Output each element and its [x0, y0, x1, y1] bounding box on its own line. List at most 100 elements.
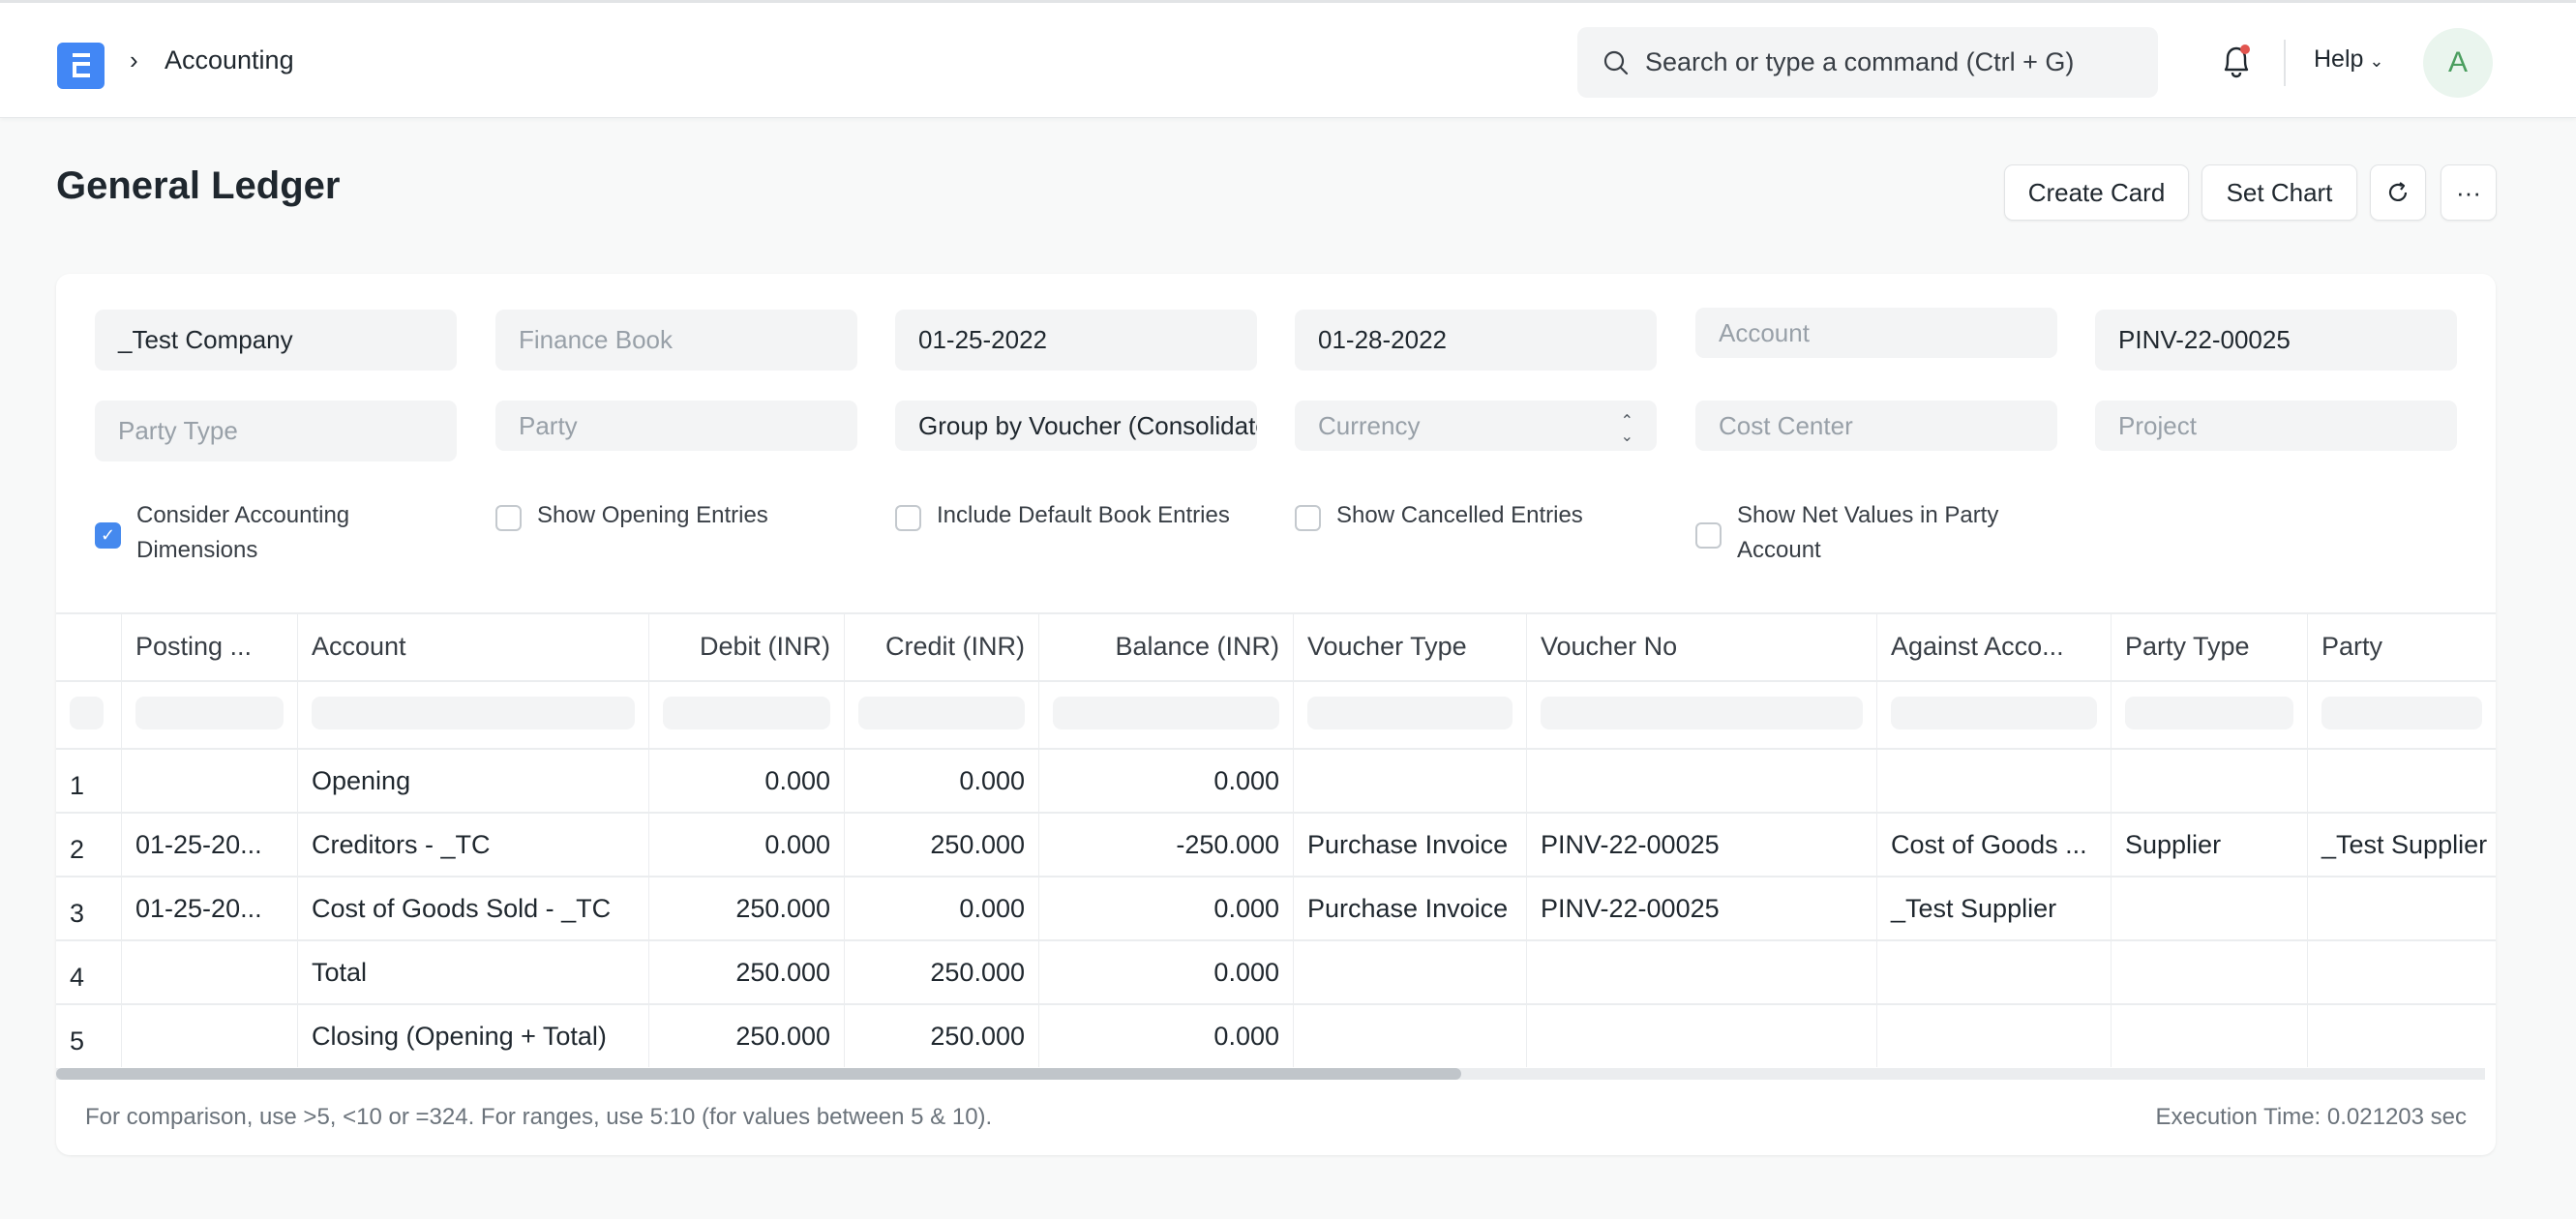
column-filter-input[interactable]	[1526, 682, 1876, 748]
from-date-field[interactable]: 01-25-2022	[895, 310, 1257, 371]
company-field[interactable]: _Test Company	[95, 310, 457, 371]
filter-pill[interactable]	[1541, 697, 1863, 729]
table-cell-posting[interactable]	[121, 750, 297, 812]
table-cell-balance[interactable]: -250.000	[1038, 814, 1293, 876]
filter-pill[interactable]	[312, 697, 635, 729]
refresh-button[interactable]	[2370, 164, 2426, 221]
table-cell-voucher-no[interactable]: PINV-22-00025	[1526, 814, 1876, 876]
column-header[interactable]: Party Type	[2111, 614, 2307, 680]
table-cell-party-type[interactable]	[2111, 750, 2307, 812]
filter-pill[interactable]	[858, 697, 1025, 729]
table-cell-party[interactable]	[2307, 941, 2496, 1003]
filter-pill[interactable]	[1307, 697, 1513, 729]
column-header[interactable]: Against Acco...	[1876, 614, 2111, 680]
table-cell-against[interactable]	[1876, 941, 2111, 1003]
more-options-button[interactable]: ···	[2441, 164, 2497, 221]
filter-pill[interactable]	[1891, 697, 2097, 729]
table-cell-against[interactable]: Cost of Goods ...	[1876, 814, 2111, 876]
column-filter-input[interactable]	[1876, 682, 2111, 748]
column-filter-input[interactable]	[297, 682, 648, 748]
table-cell-party-type[interactable]: Supplier	[2111, 814, 2307, 876]
column-header[interactable]: Party	[2307, 614, 2496, 680]
table-cell-account[interactable]: Total	[297, 941, 648, 1003]
set-chart-button[interactable]: Set Chart	[2202, 164, 2357, 221]
column-filter-input[interactable]	[121, 682, 297, 748]
horizontal-scrollbar-thumb[interactable]	[56, 1068, 1461, 1080]
table-cell-credit[interactable]: 0.000	[844, 877, 1038, 939]
table-cell-voucher-type[interactable]: Purchase Invoice	[1293, 877, 1526, 939]
column-header[interactable]: Voucher Type	[1293, 614, 1526, 680]
column-header[interactable]: Credit (INR)	[844, 614, 1038, 680]
table-cell-posting[interactable]	[121, 1005, 297, 1067]
to-date-field[interactable]: 01-28-2022	[1295, 310, 1657, 371]
table-cell-voucher-no[interactable]: PINV-22-00025	[1526, 877, 1876, 939]
table-cell-voucher-no[interactable]	[1526, 750, 1876, 812]
project-field[interactable]: Project	[2095, 401, 2457, 451]
table-cell-account[interactable]: Closing (Opening + Total)	[297, 1005, 648, 1067]
table-cell-account[interactable]: Opening	[297, 750, 648, 812]
column-header[interactable]: Account	[297, 614, 648, 680]
search-input[interactable]	[1645, 27, 2139, 98]
table-cell-credit[interactable]: 250.000	[844, 1005, 1038, 1067]
table-cell-party[interactable]	[2307, 877, 2496, 939]
table-cell-account[interactable]: Cost of Goods Sold - _TC	[297, 877, 648, 939]
create-card-button[interactable]: Create Card	[2004, 164, 2189, 221]
filter-pill[interactable]	[663, 697, 830, 729]
table-cell-balance[interactable]: 0.000	[1038, 941, 1293, 1003]
breadcrumb-accounting[interactable]: Accounting	[165, 45, 294, 75]
table-cell-debit[interactable]: 0.000	[648, 814, 844, 876]
table-cell-voucher-type[interactable]	[1293, 750, 1526, 812]
avatar[interactable]: A	[2423, 28, 2493, 98]
table-cell-party[interactable]	[2307, 1005, 2496, 1067]
table-cell-posting[interactable]: 01-25-20...	[121, 877, 297, 939]
checkbox-checked-icon[interactable]: ✓	[95, 522, 121, 549]
table-cell-against[interactable]	[1876, 750, 2111, 812]
table-cell-account[interactable]: Creditors - _TC	[297, 814, 648, 876]
notifications-button[interactable]	[2220, 42, 2253, 85]
party-type-field[interactable]: Party Type	[95, 401, 457, 461]
filter-pill[interactable]	[2125, 697, 2293, 729]
column-header[interactable]: Debit (INR)	[648, 614, 844, 680]
table-cell-party-type[interactable]	[2111, 941, 2307, 1003]
filter-pill[interactable]	[2321, 697, 2482, 729]
table-cell-against[interactable]	[1876, 1005, 2111, 1067]
column-header[interactable]: Balance (INR)	[1038, 614, 1293, 680]
table-cell-balance[interactable]: 0.000	[1038, 750, 1293, 812]
column-filter-input[interactable]	[1038, 682, 1293, 748]
column-header[interactable]: Voucher No	[1526, 614, 1876, 680]
table-cell-posting[interactable]	[121, 941, 297, 1003]
table-cell-debit[interactable]: 0.000	[648, 750, 844, 812]
table-cell-debit[interactable]: 250.000	[648, 877, 844, 939]
filter-pill[interactable]	[1053, 697, 1279, 729]
table-cell-credit[interactable]: 250.000	[844, 814, 1038, 876]
table-cell-credit[interactable]: 250.000	[844, 941, 1038, 1003]
column-filter-input[interactable]	[2111, 682, 2307, 748]
filter-pill[interactable]	[70, 697, 104, 729]
table-cell-voucher-type[interactable]: Purchase Invoice	[1293, 814, 1526, 876]
table-cell-voucher-no[interactable]	[1526, 941, 1876, 1003]
group-by-select[interactable]: Group by Voucher (Consolidated)	[895, 401, 1257, 451]
table-cell-debit[interactable]: 250.000	[648, 1005, 844, 1067]
account-field[interactable]: Account	[1695, 308, 2057, 358]
table-cell-balance[interactable]: 0.000	[1038, 1005, 1293, 1067]
table-cell-against[interactable]: _Test Supplier	[1876, 877, 2111, 939]
table-cell-party[interactable]	[2307, 750, 2496, 812]
table-cell-credit[interactable]: 0.000	[844, 750, 1038, 812]
checkbox-box[interactable]	[1295, 505, 1321, 531]
table-cell-party-type[interactable]	[2111, 1005, 2307, 1067]
column-filter-input[interactable]	[1293, 682, 1526, 748]
table-cell-party-type[interactable]	[2111, 877, 2307, 939]
table-cell-posting[interactable]: 01-25-20...	[121, 814, 297, 876]
table-cell-balance[interactable]: 0.000	[1038, 877, 1293, 939]
checkbox-box[interactable]	[1695, 522, 1722, 549]
cost-center-field[interactable]: Cost Center	[1695, 401, 2057, 451]
table-cell-debit[interactable]: 250.000	[648, 941, 844, 1003]
column-filter-input[interactable]	[844, 682, 1038, 748]
voucher-no-field[interactable]: PINV-22-00025	[2095, 310, 2457, 371]
checkbox-box[interactable]	[895, 505, 921, 531]
column-filter-input[interactable]	[648, 682, 844, 748]
currency-select[interactable]: Currency ⌃ ⌄	[1295, 401, 1657, 451]
help-dropdown[interactable]: Help ⌄	[2314, 45, 2384, 74]
table-cell-voucher-type[interactable]	[1293, 941, 1526, 1003]
table-cell-party[interactable]: _Test Supplier	[2307, 814, 2496, 876]
